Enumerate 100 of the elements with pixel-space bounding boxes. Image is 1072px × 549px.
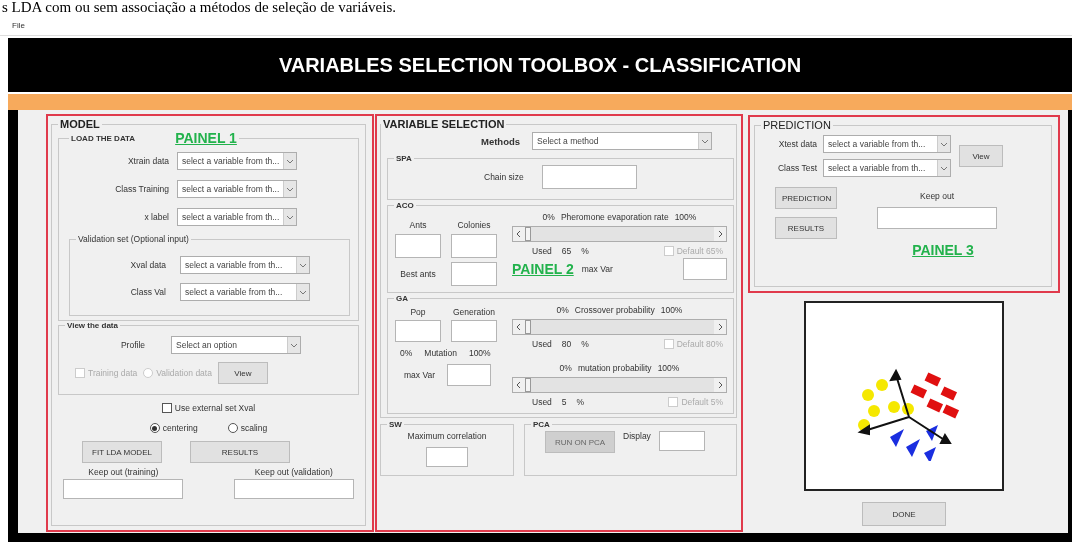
group-title: LOAD THE DATA — [71, 133, 136, 143]
field-label: Xtest data — [777, 139, 817, 149]
dropdown[interactable]: select a variable from th... — [177, 208, 297, 226]
arrow-left-icon[interactable] — [513, 227, 525, 241]
input-field[interactable] — [451, 234, 497, 258]
field-label: Colonies — [457, 220, 491, 230]
field-label: Xval data — [129, 260, 166, 270]
slider-thumb[interactable] — [525, 378, 531, 392]
field-label: Best ants — [400, 269, 436, 279]
slider[interactable] — [512, 226, 727, 242]
value-text: 65 — [561, 246, 572, 256]
arrow-right-icon[interactable] — [714, 227, 726, 241]
unit-text: % — [581, 339, 589, 349]
group-title: View the data — [67, 321, 118, 330]
checkbox-label: Use external set Xval — [174, 403, 256, 413]
input-field[interactable] — [233, 479, 354, 499]
annotation-text: PAINEL 2 — [512, 261, 574, 277]
group-title: Validation set (Optional input) — [78, 234, 189, 244]
group-title: VARIABLE SELECTION — [383, 118, 505, 130]
checkbox-label: Default 65% — [676, 246, 723, 256]
radio-button[interactable] — [227, 423, 238, 433]
value-text: 5 — [561, 397, 567, 407]
checkbox-label: Default 80% — [676, 339, 723, 349]
annotation-text: PAINEL 3 — [912, 242, 974, 258]
arrow-right-icon[interactable] — [714, 378, 726, 392]
field-label: x label — [143, 212, 169, 222]
range-text: 0% — [400, 348, 413, 358]
arrow-left-icon[interactable] — [513, 378, 525, 392]
input-field[interactable] — [426, 447, 468, 467]
group-title: SW — [389, 420, 402, 429]
group-title: MODEL — [60, 118, 100, 130]
unit-text: % — [576, 397, 585, 407]
input-field[interactable] — [451, 320, 497, 342]
input-field[interactable] — [541, 165, 637, 189]
group-title: PCA — [533, 420, 550, 429]
field-label: Pop — [410, 307, 426, 317]
menu-item[interactable]: File — [12, 20, 25, 30]
range-max: 100% — [674, 212, 697, 222]
slider-thumb[interactable] — [525, 227, 531, 241]
field-label: Maximum correlation — [407, 431, 487, 441]
field-label: Methods — [481, 135, 521, 147]
field-label: Class Training — [114, 184, 169, 194]
input-field[interactable] — [447, 364, 492, 386]
checkbox-label: Default 5% — [681, 397, 723, 407]
input-field[interactable] — [451, 262, 497, 286]
dropdown[interactable]: select a variable from th... — [177, 152, 297, 170]
dropdown[interactable]: select a variable from th... — [823, 135, 951, 153]
radio-label: centering — [162, 423, 198, 433]
group-title: ACO — [396, 201, 414, 210]
field-label: Chain size — [484, 172, 524, 182]
range-min: 0% — [542, 212, 555, 222]
range-max: 100% — [657, 363, 680, 373]
field-label: Used — [532, 246, 552, 256]
dropdown[interactable]: select a variable from th... — [180, 283, 310, 301]
input-field[interactable] — [63, 479, 184, 499]
range-text: 100% — [468, 348, 491, 358]
annotation-text: PAINEL 1 — [175, 130, 237, 146]
button[interactable]: RESULTS — [775, 217, 837, 239]
title-bar: VARIABLES SELECTION TOOLBOX - CLASSIFICATION — [8, 38, 1072, 92]
dropdown[interactable]: Select a method — [532, 132, 713, 150]
field-label: Keep out — [920, 191, 954, 201]
input-field[interactable] — [395, 234, 441, 258]
button[interactable]: PREDICTION — [775, 187, 837, 209]
dropdown[interactable]: select a variable from th... — [177, 180, 297, 198]
group-title: SPA — [396, 154, 412, 163]
arrow-left-icon[interactable] — [513, 320, 525, 334]
field-label: max Var — [404, 370, 436, 380]
button[interactable]: DONE — [862, 502, 946, 526]
slider-label: mutation probability — [577, 363, 652, 373]
arrow-right-icon[interactable] — [714, 320, 726, 334]
group-title: PREDICTION — [763, 119, 831, 131]
field-label: Xtrain data — [126, 156, 169, 166]
radio-button[interactable] — [149, 423, 160, 433]
dropdown[interactable]: select a variable from th... — [180, 256, 310, 274]
field-label: Ants — [409, 220, 427, 230]
input-field[interactable] — [395, 320, 441, 342]
radio-label: scaling — [240, 423, 268, 433]
slider-thumb[interactable] — [525, 320, 531, 334]
input-field[interactable] — [877, 207, 997, 229]
button[interactable]: RESULTS — [190, 441, 290, 463]
input-field[interactable] — [683, 258, 727, 280]
slider[interactable] — [512, 319, 727, 335]
slider-label: Crossover probability — [574, 305, 655, 315]
group-title: GA — [396, 294, 408, 303]
dropdown[interactable]: select a variable from th... — [823, 159, 951, 177]
range-min: 0% — [556, 305, 569, 315]
slider[interactable] — [512, 377, 727, 393]
checkbox-label: Training data — [88, 368, 138, 378]
field-label: Generation — [452, 307, 496, 317]
checkbox[interactable] — [161, 403, 172, 413]
button[interactable]: FIT LDA MODEL — [82, 441, 162, 463]
range-max: 100% — [660, 305, 683, 315]
button[interactable]: View — [217, 362, 268, 384]
unit-text: % — [581, 246, 589, 256]
input-field[interactable] — [658, 431, 705, 451]
radio-label: Validation data — [156, 368, 212, 378]
field-label: Class Val — [129, 287, 166, 297]
button[interactable]: View — [959, 145, 1003, 167]
dropdown[interactable]: Select an option — [171, 336, 301, 354]
field-label: Keep out (training) — [88, 467, 159, 477]
